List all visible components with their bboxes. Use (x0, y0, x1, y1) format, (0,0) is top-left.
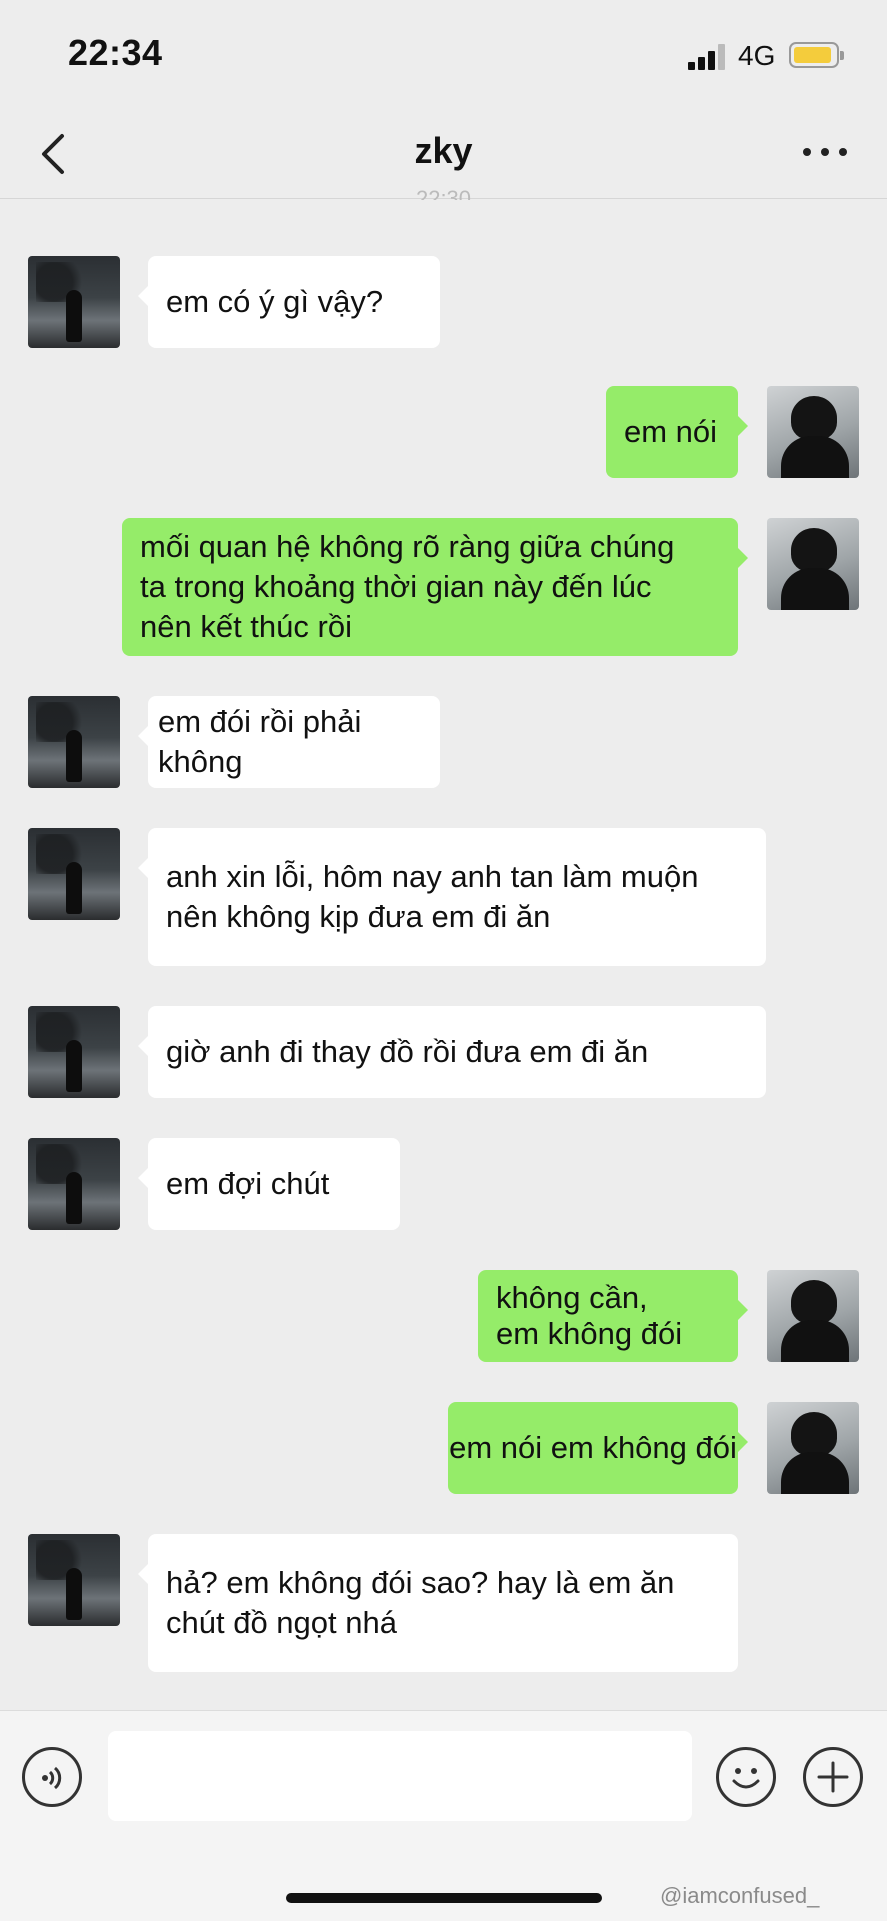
message-text: em có ý gì vậy? (166, 284, 384, 319)
received-message[interactable]: em có ý gì vậy? (138, 256, 440, 348)
message-text: em đợi chút (166, 1166, 330, 1201)
contact-avatar[interactable] (28, 696, 120, 788)
sent-message[interactable]: không cần, em không đói (478, 1270, 748, 1362)
received-message[interactable]: hả? em không đói sao? hay là em ăn chút … (138, 1534, 738, 1672)
status-time: 22:34 (68, 32, 163, 73)
self-avatar[interactable] (767, 1402, 859, 1494)
timestamp-peek: 22:30 (415, 186, 472, 200)
received-message[interactable]: em đợi chút (138, 1138, 400, 1230)
message-text: giờ anh đi thay đồ rồi đưa em đi ăn (166, 1034, 649, 1069)
message-text: anh xin lỗi, hôm nay anh tan làm muộn nê… (166, 859, 699, 934)
sent-message[interactable]: em nói em không đói (448, 1402, 748, 1494)
message-text: không cần, em không đói (496, 1280, 683, 1351)
received-message[interactable]: anh xin lỗi, hôm nay anh tan làm muộn nê… (138, 828, 766, 966)
self-avatar[interactable] (767, 1270, 859, 1362)
sent-message[interactable]: mối quan hệ không rõ ràng giữa chúng ta … (122, 518, 748, 656)
contact-avatar[interactable] (28, 1138, 120, 1230)
voice-icon[interactable] (22, 1747, 82, 1807)
message-text: mối quan hệ không rõ ràng giữa chúng ta … (140, 529, 675, 644)
input-bar: @iamconfused_ (0, 1710, 887, 1921)
plus-icon[interactable] (803, 1747, 863, 1807)
battery-icon (789, 42, 844, 68)
signal-icon (688, 44, 726, 70)
message-input[interactable] (108, 1731, 692, 1821)
more-dots-icon[interactable] (803, 148, 847, 160)
contact-avatar[interactable] (28, 1534, 120, 1626)
message-text: hả? em không đói sao? hay là em ăn chút … (166, 1565, 675, 1640)
self-avatar[interactable] (767, 386, 859, 478)
message-text: em đói rồi phải không (158, 704, 362, 779)
received-message[interactable]: giờ anh đi thay đồ rồi đưa em đi ăn (138, 1006, 766, 1098)
contact-avatar[interactable] (28, 1006, 120, 1098)
home-indicator (286, 1893, 602, 1903)
contact-avatar[interactable] (28, 828, 120, 920)
received-message[interactable]: em đói rồi phải không (138, 696, 440, 788)
emoji-icon[interactable] (716, 1747, 776, 1807)
status-bar: 22:34 4G (0, 0, 887, 110)
message-text: em nói (624, 414, 718, 449)
sent-message[interactable]: em nói (606, 386, 748, 478)
contact-avatar[interactable] (28, 256, 120, 348)
self-avatar[interactable] (767, 518, 859, 610)
watermark-text: @iamconfused_ (660, 1883, 820, 1908)
message-text: em nói em không đói (449, 1430, 737, 1465)
network-type: 4G (738, 40, 776, 71)
chat-title: zky (414, 130, 473, 171)
